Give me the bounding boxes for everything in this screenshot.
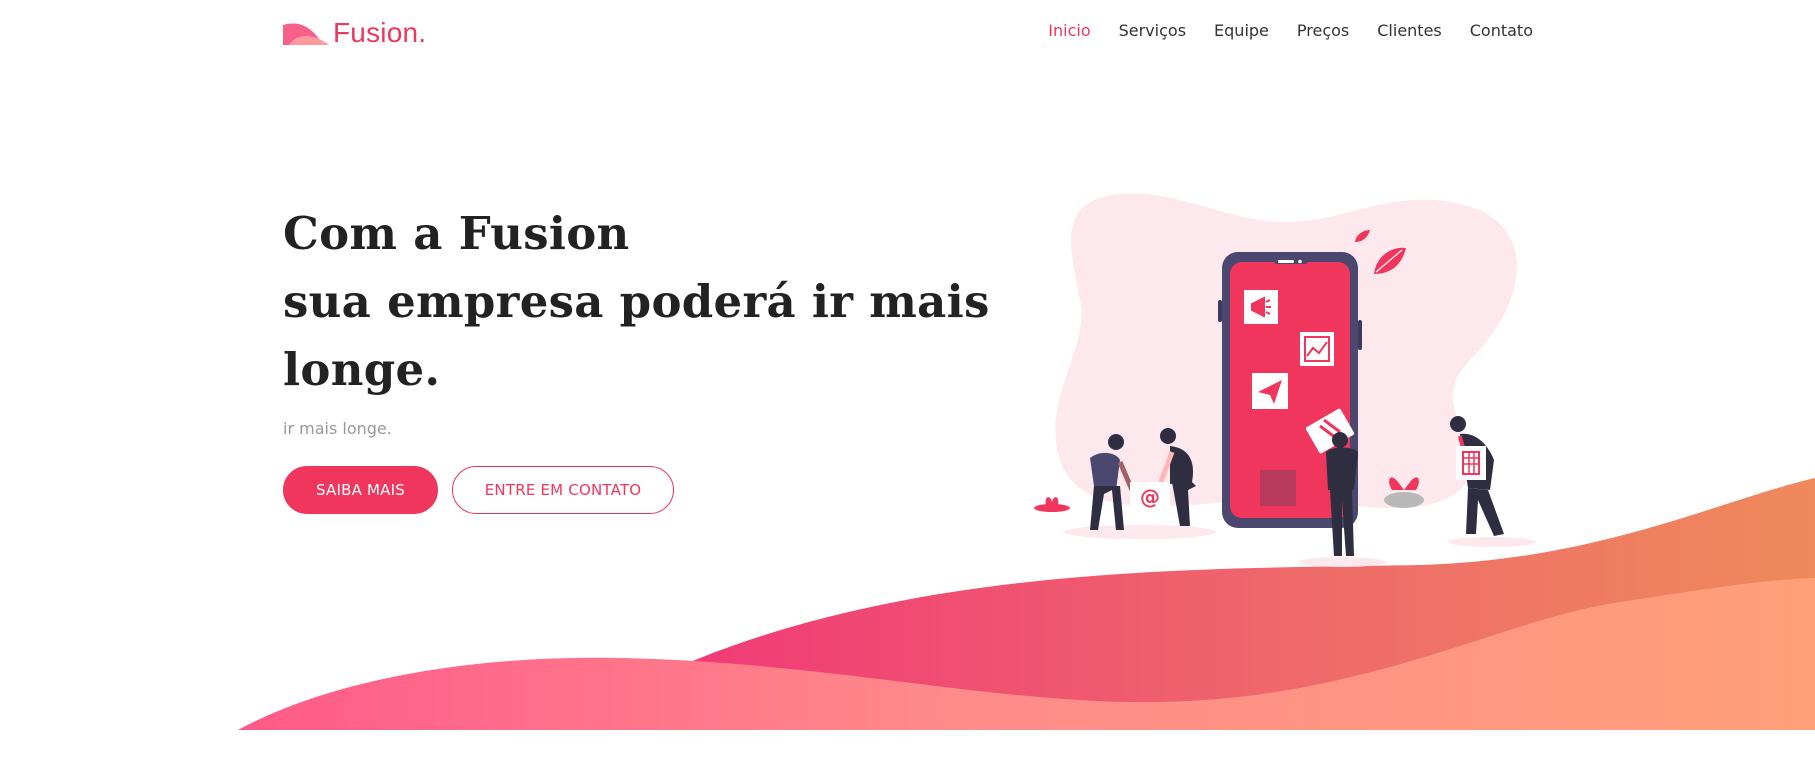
nav-item-equipe[interactable]: Equipe	[1214, 20, 1269, 42]
brand-name: Fusion.	[333, 17, 427, 48]
hero-waves	[238, 478, 1815, 730]
at-sign-icon: @	[1140, 485, 1160, 509]
nav-item-precos[interactable]: Preços	[1297, 20, 1349, 42]
hero-subtitle: ir mais longe.	[283, 419, 392, 438]
megaphone-icon	[1244, 290, 1278, 324]
brand-logo[interactable]: Fusion.	[283, 16, 426, 50]
nav-item-clientes[interactable]: Clientes	[1377, 20, 1442, 42]
building-icon	[1456, 446, 1486, 480]
main-nav: Inicio Serviços Equipe Preços Clientes C…	[1048, 20, 1533, 42]
logo-mark-icon	[283, 23, 329, 45]
hero-title: Com a Fusion sua empresa poderá ir mais …	[283, 200, 1003, 404]
nav-item-servicos[interactable]: Serviços	[1119, 20, 1186, 42]
hero-illustration: @	[1034, 193, 1536, 567]
hero-title-line: Com a Fusion	[283, 207, 630, 260]
hero-title-line: longe.	[283, 343, 441, 396]
paper-plane-icon	[1252, 373, 1288, 409]
landing-page: Fusion. Inicio Serviços Equipe Preços Cl…	[0, 0, 1815, 760]
envelope-graphic: @	[1130, 482, 1170, 510]
hero-title-line: sua empresa poderá ir mais	[283, 275, 990, 328]
chart-icon	[1300, 332, 1334, 366]
nav-item-inicio[interactable]: Inicio	[1048, 20, 1090, 42]
site-header: Fusion. Inicio Serviços Equipe Preços Cl…	[283, 14, 1533, 54]
plant-left	[1034, 497, 1070, 512]
nav-item-contato[interactable]: Contato	[1470, 20, 1533, 42]
